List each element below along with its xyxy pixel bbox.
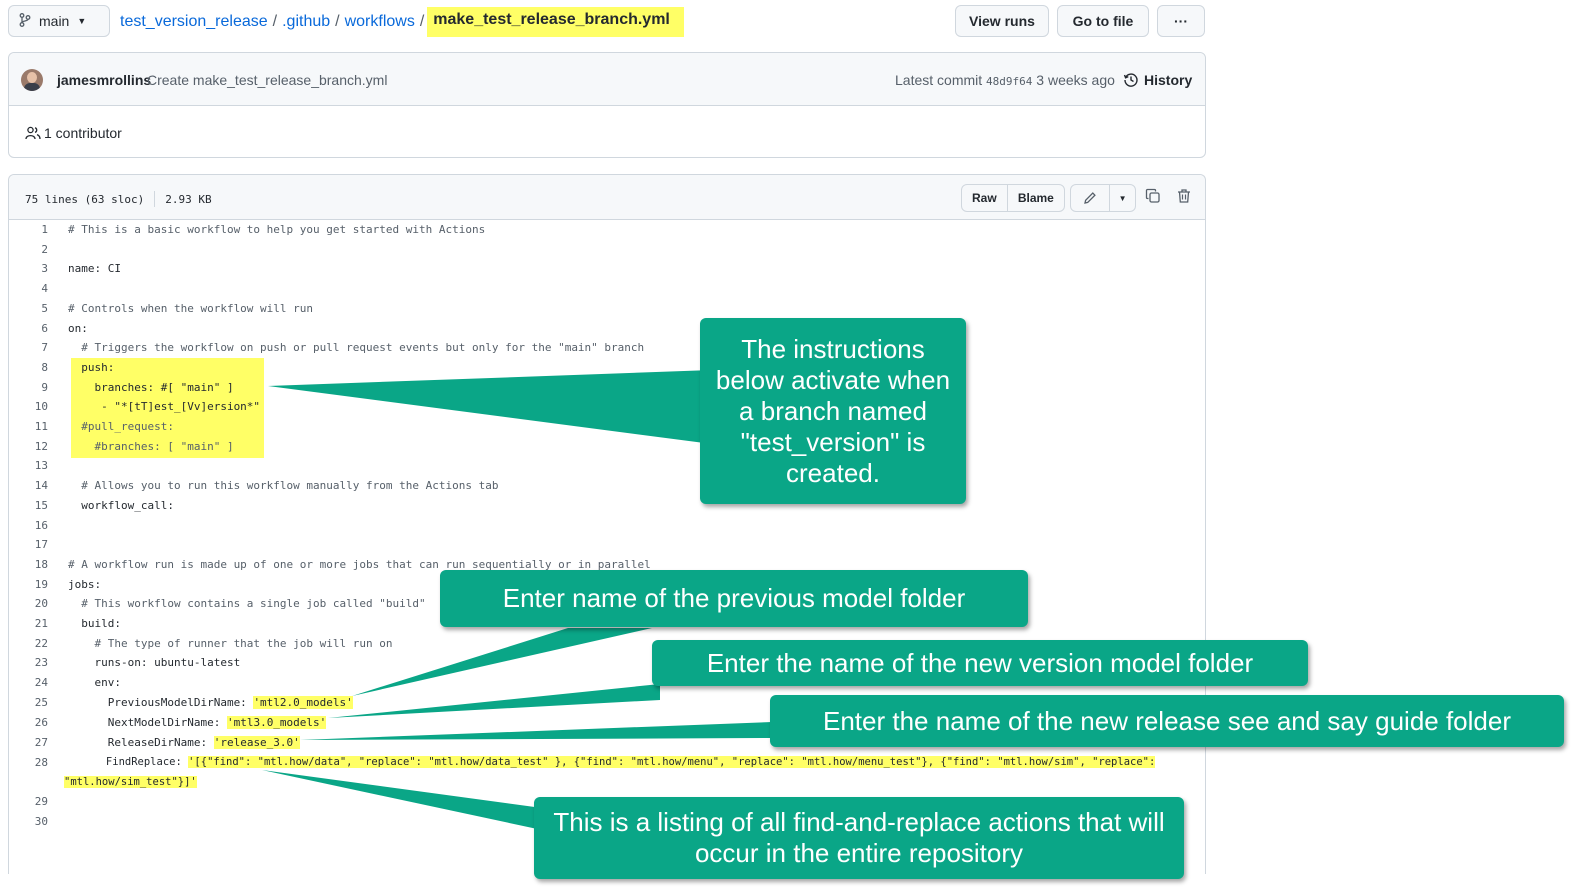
callout-release-folder: Enter the name of the new release see an… — [770, 695, 1564, 747]
pointer-4 — [300, 722, 772, 740]
pointer-1 — [268, 370, 712, 444]
callout-push-trigger: The instructions below activate when a b… — [700, 318, 966, 504]
pointer-2 — [352, 628, 652, 696]
pointer-5 — [262, 770, 542, 830]
callout-previous-model: Enter name of the previous model folder — [440, 570, 1028, 627]
callout-new-version: Enter the name of the new version model … — [652, 640, 1308, 686]
callout-find-replace: This is a listing of all find-and-replac… — [534, 797, 1184, 879]
